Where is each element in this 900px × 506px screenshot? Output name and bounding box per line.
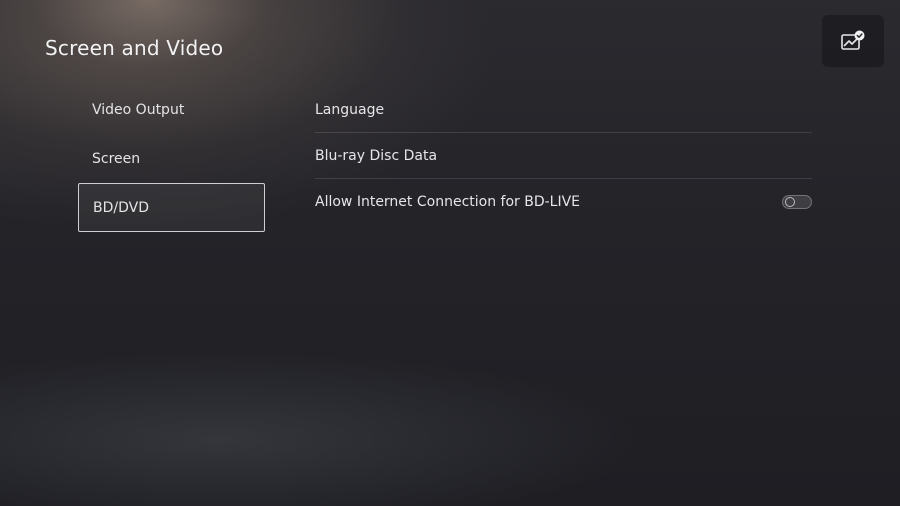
setting-row-blu-ray-disc-data[interactable]: Blu-ray Disc Data (315, 133, 812, 179)
setting-label: Blu-ray Disc Data (315, 147, 438, 164)
toggle-knob (785, 197, 795, 207)
setting-label: Language (315, 101, 385, 118)
sidebar-item-bd-dvd[interactable]: BD/DVD (78, 183, 265, 232)
screenshot-settings-button[interactable] (822, 15, 884, 67)
sidebar-item-label: BD/DVD (93, 199, 149, 216)
sidebar-item-video-output[interactable]: Video Output (78, 85, 265, 134)
page-title: Screen and Video (45, 36, 224, 60)
setting-row-bd-live-connection[interactable]: Allow Internet Connection for BD-LIVE (315, 179, 812, 225)
bd-live-toggle[interactable] (782, 195, 812, 209)
sidebar-item-label: Video Output (92, 101, 185, 118)
sidebar-item-screen[interactable]: Screen (78, 134, 265, 183)
category-sidebar: Video Output Screen BD/DVD (78, 85, 265, 232)
setting-label: Allow Internet Connection for BD-LIVE (315, 194, 581, 210)
sidebar-item-label: Screen (92, 150, 141, 167)
settings-screen: Screen and Video Video Output Screen BD/… (0, 0, 900, 506)
image-check-icon (841, 30, 865, 50)
setting-row-language[interactable]: Language (315, 87, 812, 133)
settings-list: Language Blu-ray Disc Data Allow Interne… (315, 87, 812, 225)
